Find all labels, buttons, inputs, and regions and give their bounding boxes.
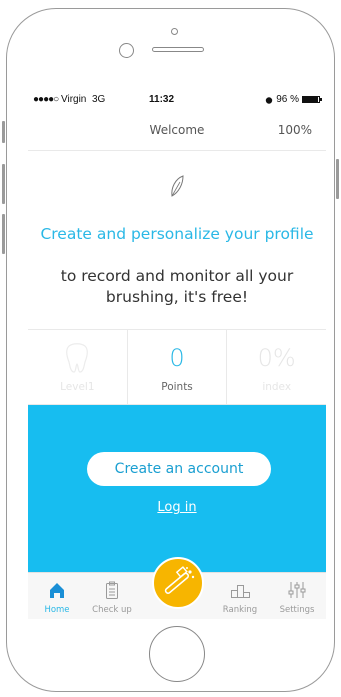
tab-ranking[interactable]: Ranking [212, 573, 268, 619]
front-camera [171, 28, 178, 35]
tab-ranking-label: Ranking [222, 605, 258, 615]
intro-section: Create and personalize your profile to r… [28, 151, 326, 329]
home-icon [50, 583, 64, 598]
volume-up-button [2, 164, 5, 204]
stat-points-value: 0 [169, 344, 185, 372]
tab-checkup[interactable]: Check up [84, 573, 140, 619]
stat-level: Level1 [28, 330, 128, 404]
tooth-icon [66, 343, 88, 373]
carrier-info: ●●●●○ Virgin 3G [33, 94, 105, 105]
volume-down-button [2, 214, 5, 254]
profile-progress: 100% [277, 123, 312, 137]
nav-bar: Welcome 100% [28, 111, 326, 151]
clock: 11:32 [149, 94, 175, 105]
brush-now-button[interactable] [152, 557, 204, 609]
home-hardware-button[interactable] [149, 626, 205, 682]
status-bar: ●●●●○ Virgin 3G 11:32 96 % [28, 88, 326, 111]
battery-icon [302, 96, 322, 103]
earpiece-speaker [152, 47, 204, 52]
podium-icon [231, 585, 250, 598]
tab-settings[interactable]: Settings [269, 573, 325, 619]
network-type: 3G [91, 94, 106, 105]
alarm-icon [266, 96, 273, 104]
app-screen: ●●●●○ Virgin 3G 11:32 96 % Welcome 100% … [28, 88, 326, 619]
status-right: 96 % [265, 94, 322, 105]
signal-strength: ●●●●○ [33, 94, 59, 105]
tab-home[interactable]: Home [29, 573, 85, 619]
power-button [336, 159, 339, 199]
stat-points-label: Points [161, 381, 193, 393]
cta-section: Create an account Log in [28, 405, 326, 572]
stat-index-value: 0% [257, 344, 296, 372]
stat-level-label: Level1 [60, 381, 95, 393]
mute-switch [2, 121, 5, 143]
intro-headline: Create and personalize your profile [40, 225, 314, 243]
feather-icon [171, 175, 184, 197]
tab-home-label: Home [44, 605, 70, 615]
stat-points: 0 Points [128, 330, 228, 404]
login-link[interactable]: Log in [28, 500, 326, 515]
tab-bar: Home Check up Ranking Settings [28, 557, 326, 619]
tab-checkup-label: Check up [92, 605, 132, 615]
battery-fill [303, 97, 319, 102]
intro-subline: to record and monitor all your brushing,… [60, 267, 294, 306]
toothbrush-icon [164, 566, 195, 594]
carrier-name: Virgin [60, 94, 87, 105]
battery-percent: 96 % [276, 94, 299, 105]
tab-settings-label: Settings [279, 605, 315, 615]
sliders-icon [288, 582, 306, 598]
create-account-button[interactable]: Create an account [87, 452, 271, 486]
stat-index-label: index [262, 381, 292, 393]
clipboard-icon [106, 581, 118, 599]
camera-lens [119, 43, 134, 58]
stat-index: 0% index [227, 330, 326, 404]
stats-row: Level1 0 Points 0% index [28, 329, 326, 405]
